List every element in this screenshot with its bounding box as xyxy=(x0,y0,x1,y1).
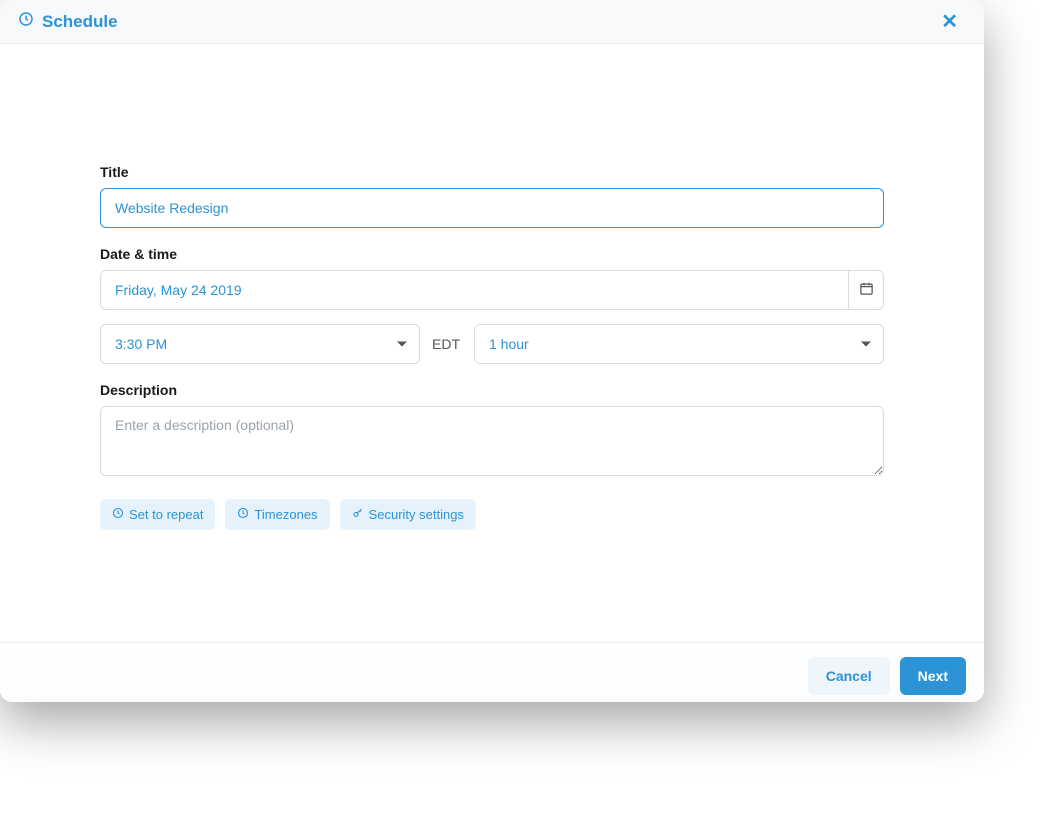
time-value: 3:30 PM xyxy=(115,336,167,352)
date-input[interactable] xyxy=(100,270,848,310)
chevron-down-icon xyxy=(861,342,871,347)
set-to-repeat-button[interactable]: Set to repeat xyxy=(100,499,215,530)
header-title-group: Schedule xyxy=(18,11,118,32)
timezone-label: EDT xyxy=(432,336,460,352)
date-picker-button[interactable] xyxy=(848,270,884,310)
clock-icon xyxy=(237,507,249,522)
time-row: 3:30 PM EDT 1 hour xyxy=(100,324,884,364)
date-row xyxy=(100,270,884,310)
security-settings-button[interactable]: Security settings xyxy=(340,499,476,530)
title-group: Title xyxy=(100,164,884,228)
description-label: Description xyxy=(100,382,884,398)
cancel-button[interactable]: Cancel xyxy=(808,657,890,695)
header-title: Schedule xyxy=(42,12,118,32)
duration-value: 1 hour xyxy=(489,336,529,352)
timezones-button[interactable]: Timezones xyxy=(225,499,329,530)
modal-body: Title Date & time xyxy=(0,44,984,642)
modal-footer: Cancel Next xyxy=(0,642,984,702)
next-button[interactable]: Next xyxy=(900,657,966,695)
close-icon: ✕ xyxy=(941,11,958,33)
close-button[interactable]: ✕ xyxy=(933,5,966,38)
option-chips: Set to repeat Timezones Security setting… xyxy=(100,499,884,530)
schedule-modal: Schedule ✕ Title Date & time xyxy=(0,0,984,702)
time-select-wrap: 3:30 PM EDT xyxy=(100,324,460,364)
datetime-group: Date & time 3:30 PM xyxy=(100,246,884,364)
time-select[interactable]: 3:30 PM xyxy=(100,324,420,364)
key-icon xyxy=(352,507,364,522)
clock-icon xyxy=(112,507,124,522)
clock-icon xyxy=(18,11,34,32)
duration-select[interactable]: 1 hour xyxy=(474,324,884,364)
title-input[interactable] xyxy=(100,188,884,228)
datetime-label: Date & time xyxy=(100,246,884,262)
description-textarea[interactable] xyxy=(100,406,884,476)
modal-header: Schedule ✕ xyxy=(0,0,984,44)
description-group: Description xyxy=(100,382,884,481)
title-label: Title xyxy=(100,164,884,180)
chevron-down-icon xyxy=(397,342,407,347)
chip-label: Security settings xyxy=(369,507,464,522)
calendar-icon xyxy=(859,281,874,299)
chip-label: Timezones xyxy=(254,507,317,522)
chip-label: Set to repeat xyxy=(129,507,203,522)
